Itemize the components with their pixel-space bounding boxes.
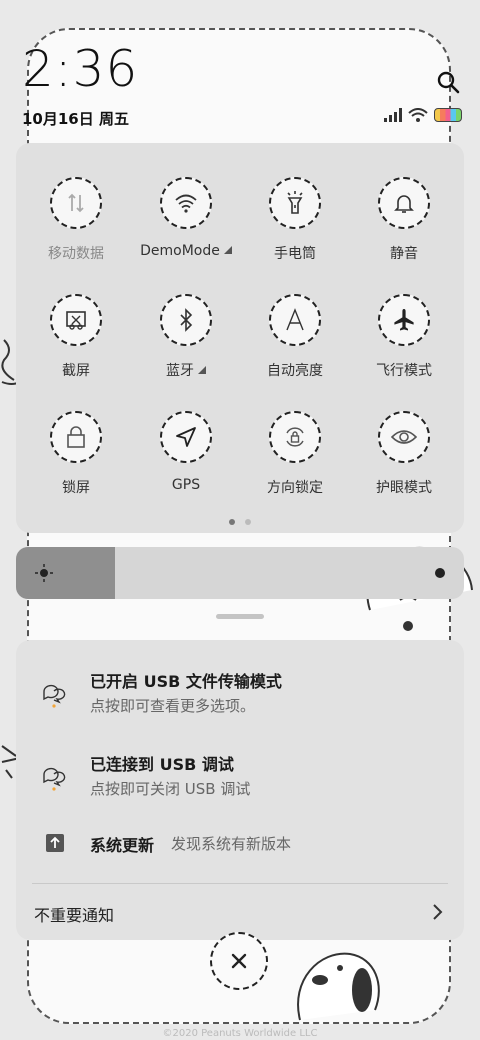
tile-label: GPS — [171, 477, 201, 493]
tile-mobile-data[interactable]: 移动数据 — [26, 177, 126, 277]
tile-auto-brightness[interactable]: 自动亮度 — [245, 294, 345, 394]
flashlight-button[interactable] — [269, 177, 321, 229]
lock-icon — [67, 426, 85, 448]
close-icon — [231, 953, 247, 969]
chevron-right-icon[interactable] — [432, 902, 444, 922]
search-button[interactable] — [432, 66, 464, 98]
unimportant-notifications-link[interactable]: 不重要通知 — [34, 902, 114, 926]
tile-label: 锁屏 — [62, 480, 90, 496]
screenshot-icon — [66, 311, 86, 330]
wifi-status-icon — [408, 108, 428, 122]
notification-title: 已开启 USB 文件传输模式 — [90, 672, 282, 691]
tile-label: DemoMode — [140, 243, 220, 259]
tile-airplane[interactable]: 飞行模式 — [354, 294, 454, 394]
tile-mute[interactable]: 静音 — [354, 177, 454, 277]
tile-label: 移动数据 — [48, 246, 104, 262]
notification-title: 已连接到 USB 调试 — [90, 755, 234, 774]
snoopy-decoration-bottom — [297, 952, 380, 1021]
expand-triangle-icon — [198, 366, 206, 374]
eye-icon — [391, 430, 417, 444]
notification-text: 点按即可关闭 USB 调试 — [90, 780, 251, 798]
page-dot — [245, 519, 251, 525]
tile-label: 方向锁定 — [267, 480, 323, 496]
notification-title: 系统更新 — [90, 836, 155, 855]
tile-label-with-menu: 蓝牙 — [136, 360, 236, 380]
tile-label: 截屏 — [62, 363, 90, 379]
tile-label-with-menu: DemoMode — [136, 243, 236, 259]
eye-care-button[interactable] — [378, 411, 430, 463]
tile-gps[interactable]: GPS — [136, 411, 236, 511]
auto-brightness-button[interactable] — [269, 294, 321, 346]
tile-eye-care[interactable]: 护眼模式 — [354, 411, 454, 511]
airplane-icon — [394, 309, 414, 331]
lock-screen-button[interactable] — [50, 411, 102, 463]
signal-icon — [384, 108, 402, 122]
mobile-data-icon — [68, 193, 84, 213]
page-dot-active — [229, 519, 235, 525]
rotation-lock-icon — [286, 427, 304, 447]
date-label[interactable]: 10月16日 周五 — [22, 108, 129, 129]
tile-rotation-lock[interactable]: 方向锁定 — [245, 411, 345, 511]
wifi-button[interactable] — [160, 177, 212, 229]
clock[interactable]: 2:36 — [22, 44, 138, 94]
tile-wifi[interactable]: DemoMode — [136, 177, 236, 277]
flashlight-icon — [287, 191, 303, 214]
airplane-button[interactable] — [378, 294, 430, 346]
location-arrow-icon — [176, 427, 196, 447]
clear-all-button[interactable] — [210, 932, 268, 990]
tile-label: 手电筒 — [274, 246, 316, 262]
screenshot-button[interactable] — [50, 294, 102, 346]
expand-triangle-icon — [223, 246, 232, 254]
auto-brightness-icon — [286, 308, 304, 331]
tile-lock-screen[interactable]: 锁屏 — [26, 411, 126, 511]
mobile-data-button[interactable] — [50, 177, 102, 229]
page-indicator — [16, 519, 464, 525]
notification-usb-debugging[interactable]: 已连接到 USB 调试 点按即可关闭 USB 调试 — [16, 747, 464, 817]
status-icons — [384, 108, 462, 122]
usb-chat-icon — [43, 767, 66, 791]
bluetooth-icon — [180, 308, 193, 332]
tile-label: 自动亮度 — [267, 363, 323, 379]
drag-handle[interactable] — [216, 614, 264, 619]
brightness-low-icon — [35, 564, 53, 582]
wifi-icon — [175, 194, 197, 213]
quick-settings-panel: 移动数据 DemoMode 手电筒 静音 截屏 蓝牙 自动亮度 飞行模式 锁屏 … — [16, 143, 464, 533]
copyright-text: ©2020 Peanuts Worldwide LLC — [162, 1028, 318, 1039]
tile-label: 护眼模式 — [376, 480, 432, 496]
bell-icon — [394, 195, 414, 213]
gps-button[interactable] — [160, 411, 212, 463]
upload-icon — [46, 834, 64, 852]
tile-screenshot[interactable]: 截屏 — [26, 294, 126, 394]
tile-flashlight[interactable]: 手电筒 — [245, 177, 345, 277]
notification-text: 点按即可查看更多选项。 — [90, 697, 256, 715]
tile-label: 蓝牙 — [166, 363, 194, 379]
tile-label: 飞行模式 — [376, 363, 432, 379]
divider — [32, 883, 448, 884]
search-icon — [437, 71, 460, 94]
usb-chat-icon — [43, 684, 66, 708]
tile-bluetooth[interactable]: 蓝牙 — [136, 294, 236, 394]
notification-text: 发现系统有新版本 — [171, 835, 292, 853]
brightness-slider[interactable] — [16, 547, 464, 599]
brightness-high-icon — [435, 568, 445, 578]
mute-button[interactable] — [378, 177, 430, 229]
tile-label: 静音 — [390, 246, 418, 262]
brightness-slider-fill — [16, 547, 115, 599]
rotation-lock-button[interactable] — [269, 411, 321, 463]
notification-panel: 已开启 USB 文件传输模式 点按即可查看更多选项。 已连接到 USB 调试 点… — [16, 640, 464, 940]
bluetooth-button[interactable] — [160, 294, 212, 346]
notification-system-update[interactable]: 系统更新 发现系统有新版本 — [16, 832, 464, 862]
notification-usb-transfer[interactable]: 已开启 USB 文件传输模式 点按即可查看更多选项。 — [16, 664, 464, 734]
battery-icon — [434, 108, 462, 122]
